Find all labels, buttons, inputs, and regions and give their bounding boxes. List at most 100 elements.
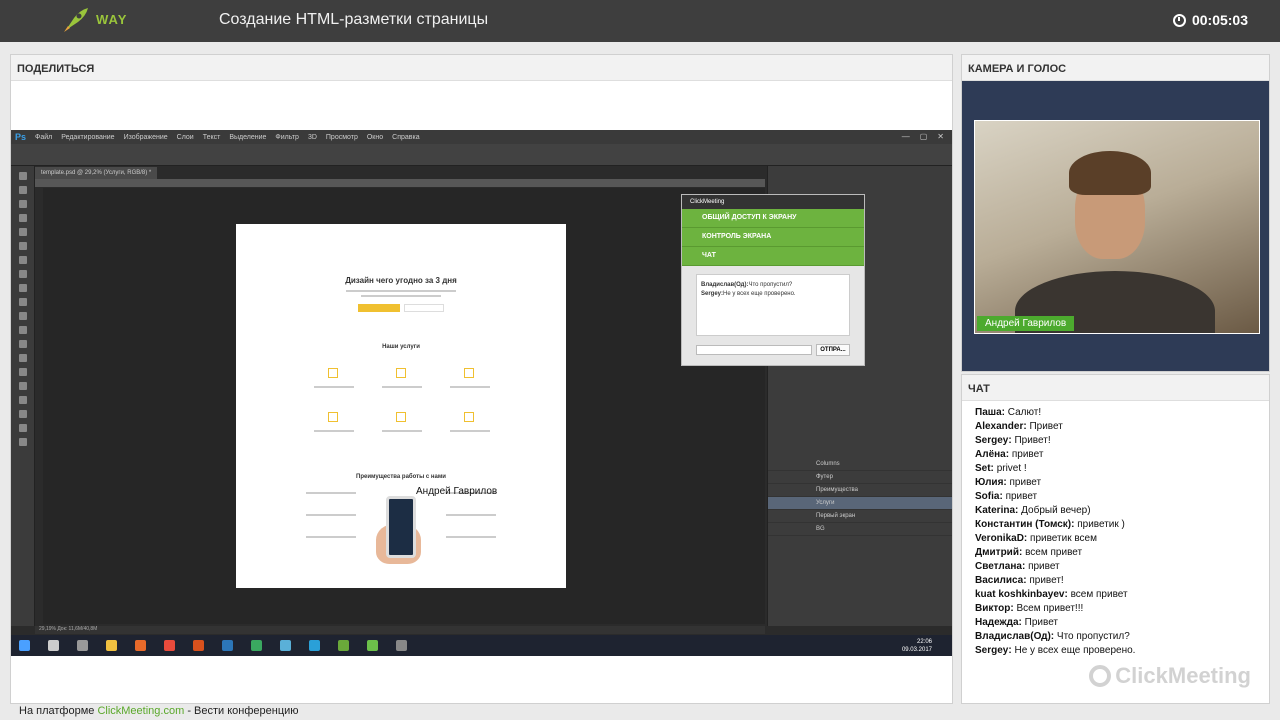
footer-brand-link[interactable]: ClickMeeting.com xyxy=(97,705,184,717)
app-icon[interactable] xyxy=(251,640,262,651)
pen-tool-icon[interactable] xyxy=(18,368,27,376)
type-tool-icon[interactable] xyxy=(18,382,27,390)
screen-control-bar[interactable]: КОНТРОЛЬ ЭКРАНА xyxy=(682,228,864,247)
ps-menu-item[interactable]: Выделение xyxy=(229,134,266,141)
ps-menubar: Ps Файл Редактирование Изображение Слои … xyxy=(11,130,952,144)
chat-user: Владислав(Од): xyxy=(975,631,1055,642)
ps-document-tab[interactable]: template.psd @ 29,2% (Услуги, RGB/8) * xyxy=(35,167,158,179)
gradient-tool-icon[interactable] xyxy=(18,326,27,334)
brush-tool-icon[interactable] xyxy=(18,270,27,278)
chat-text: привет xyxy=(1028,561,1060,572)
close-icon[interactable]: ✕ xyxy=(937,132,944,141)
chat-text: Салют! xyxy=(1007,407,1042,418)
doc-text-line xyxy=(446,536,496,538)
popup-send-button[interactable]: ОТПРА... xyxy=(816,344,850,356)
clickmeeting-taskbar-icon[interactable] xyxy=(367,640,378,651)
quick-select-tool-icon[interactable] xyxy=(18,214,27,222)
share-panel: ПОДЕЛИТЬСЯ Ps Файл Редактирование Изобра… xyxy=(10,54,953,704)
chat-message: Светлана: привет xyxy=(975,560,1269,574)
layer-row-selected[interactable]: Услуги xyxy=(768,497,952,510)
skype-icon[interactable] xyxy=(309,640,320,651)
ps-menu-item[interactable]: Просмотр xyxy=(326,134,358,141)
chat-user: Василиса: xyxy=(975,575,1027,586)
app-icon[interactable] xyxy=(396,640,407,651)
chat-text: Добрый вечер) xyxy=(1021,505,1091,516)
top-bar: WAY Создание HTML-разметки страницы 00:0… xyxy=(0,0,1280,42)
blur-tool-icon[interactable] xyxy=(18,340,27,348)
layer-row[interactable]: BG xyxy=(768,523,952,536)
chat-message: Дмитрий: всем привет xyxy=(975,546,1269,560)
chat-text: всем привет xyxy=(1070,589,1128,600)
eyedropper-tool-icon[interactable] xyxy=(18,242,27,250)
task-view-icon[interactable] xyxy=(77,640,88,651)
webinar-title: Создание HTML-разметки страницы xyxy=(219,11,489,28)
ps-menu-item[interactable]: Текст xyxy=(203,134,221,141)
chat-message: kuat koshkinbayev: всем привет xyxy=(975,588,1269,602)
popup-chat-bar[interactable]: ЧАТ xyxy=(682,247,864,266)
ps-menu-item[interactable]: Фильтр xyxy=(275,134,299,141)
popup-chat-input[interactable] xyxy=(696,345,812,355)
ps-toolbox[interactable] xyxy=(11,166,35,626)
ps-menu-item[interactable]: Справка xyxy=(392,134,419,141)
explorer-icon[interactable] xyxy=(106,640,117,651)
presenter-video[interactable]: Андрей Гаврилов xyxy=(974,120,1260,334)
screen-share-bar[interactable]: ОБЩИЙ ДОСТУП К ЭКРАНУ xyxy=(682,209,864,228)
ps-menu-item[interactable]: Файл xyxy=(35,134,52,141)
doc-text-line xyxy=(306,514,356,516)
ps-menu-item[interactable]: 3D xyxy=(308,134,317,141)
chat-user: VeronikaD: xyxy=(975,533,1028,544)
layer-row[interactable]: Первый экран xyxy=(768,510,952,523)
healing-tool-icon[interactable] xyxy=(18,256,27,264)
shape-tool-icon[interactable] xyxy=(18,410,27,418)
shared-screen[interactable]: Ps Файл Редактирование Изображение Слои … xyxy=(11,130,952,656)
layer-row[interactable]: Преимущества xyxy=(768,484,952,497)
popup-chat-message: Владислав(Од):Что пропустил? xyxy=(701,281,845,290)
chat-text: Всем привет!!! xyxy=(1016,603,1084,614)
photoshop-taskbar-icon[interactable] xyxy=(222,640,233,651)
search-icon[interactable] xyxy=(48,640,59,651)
hand-tool-icon[interactable] xyxy=(18,424,27,432)
window-controls[interactable]: — ▢ ✕ xyxy=(902,132,944,141)
dodge-tool-icon[interactable] xyxy=(18,354,27,362)
chat-user: Константин (Томск): xyxy=(975,519,1075,530)
doc-text-line xyxy=(450,430,490,432)
app-icon[interactable] xyxy=(338,640,349,651)
eraser-tool-icon[interactable] xyxy=(18,312,27,320)
ps-menu-item[interactable]: Редактирование xyxy=(61,134,114,141)
windows-taskbar[interactable]: 22:06 09.03.2017 xyxy=(11,635,952,656)
ps-menu-item[interactable]: Слои xyxy=(177,134,194,141)
clock-time: 22:06 xyxy=(916,639,932,645)
windows-start-icon[interactable] xyxy=(19,640,30,651)
illustrator-icon[interactable] xyxy=(193,640,204,651)
clickmeeting-popup[interactable]: ClickMeeting ОБЩИЙ ДОСТУП К ЭКРАНУ КОНТР… xyxy=(681,194,865,366)
doc-service-icon xyxy=(396,368,406,378)
layer-row[interactable]: Columns xyxy=(768,458,952,471)
chat-user: Алёна: xyxy=(975,449,1010,460)
share-panel-title: ПОДЕЛИТЬСЯ xyxy=(11,55,952,81)
layer-row[interactable]: Футер xyxy=(768,471,952,484)
chrome-icon[interactable] xyxy=(164,640,175,651)
lasso-tool-icon[interactable] xyxy=(18,200,27,208)
doc-text-line xyxy=(314,430,354,432)
clickmeeting-logo-icon xyxy=(1089,665,1112,687)
chat-message: Василиса: привет! xyxy=(975,574,1269,588)
crop-tool-icon[interactable] xyxy=(18,228,27,236)
popup-chat-user: Владислав(Од): xyxy=(701,282,749,288)
ps-menu-item[interactable]: Окно xyxy=(367,134,383,141)
zoom-tool-icon[interactable] xyxy=(18,438,27,446)
stamp-tool-icon[interactable] xyxy=(18,284,27,292)
maximize-icon[interactable]: ▢ xyxy=(920,132,928,141)
path-select-tool-icon[interactable] xyxy=(18,396,27,404)
doc-secondary-button xyxy=(404,304,444,312)
chat-user: Set: xyxy=(975,463,994,474)
move-tool-icon[interactable] xyxy=(18,172,27,180)
minimize-icon[interactable]: — xyxy=(902,132,910,141)
presenter-hair xyxy=(1069,151,1151,195)
firefox-icon[interactable] xyxy=(135,640,146,651)
ps-status-bar: 29,19% Док: 11,6M/40,8M xyxy=(35,626,765,634)
marquee-tool-icon[interactable] xyxy=(18,186,27,194)
ps-menu-item[interactable]: Изображение xyxy=(124,134,168,141)
doc-text-line xyxy=(450,386,490,388)
app-icon[interactable] xyxy=(280,640,291,651)
history-brush-tool-icon[interactable] xyxy=(18,298,27,306)
